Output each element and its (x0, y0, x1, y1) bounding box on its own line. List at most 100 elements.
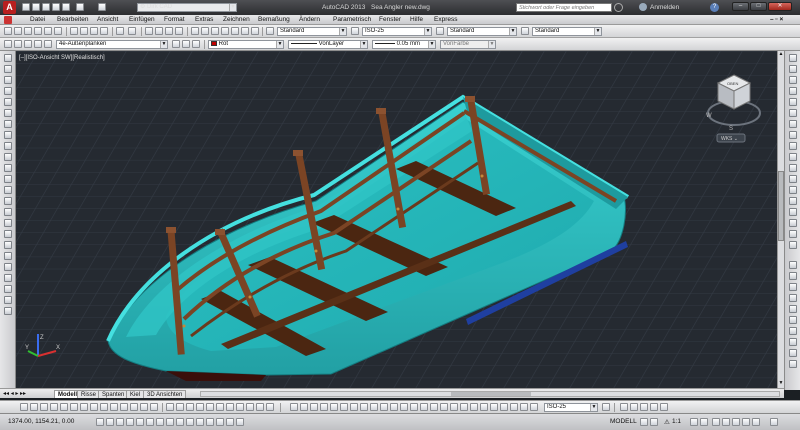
menu-item-fenster[interactable]: Fenster (379, 16, 401, 24)
pyramid-icon[interactable] (80, 403, 88, 411)
dim-style-select[interactable]: ISO-25 ▼ (362, 27, 432, 36)
osnap-tangent-icon[interactable] (789, 316, 797, 324)
autoscale-icon[interactable] (700, 418, 708, 426)
aligned-dim-icon[interactable] (300, 403, 308, 411)
baseline-dim-icon[interactable] (380, 403, 388, 411)
blend-icon[interactable] (789, 230, 797, 238)
lineweight-display-icon[interactable] (196, 418, 204, 426)
transparency-icon[interactable] (206, 418, 214, 426)
dim-break-icon[interactable] (410, 403, 418, 411)
chamfer-icon[interactable] (789, 208, 797, 216)
lineweight-select[interactable]: 0.05 mm ▼ (372, 40, 436, 49)
menu-item-aendern[interactable]: Ändern (299, 16, 320, 24)
tab-spanten[interactable]: Spanten (98, 390, 129, 398)
diameter-dim-icon[interactable] (350, 403, 358, 411)
rectangle-icon[interactable] (4, 98, 12, 106)
xline-icon[interactable] (4, 65, 12, 73)
app-logo-icon[interactable]: A (3, 1, 16, 14)
designcenter-icon[interactable] (201, 27, 209, 35)
gradient-icon[interactable] (4, 219, 12, 227)
menu-item-bearbeiten[interactable]: Bearbeiten (57, 16, 88, 24)
quick-view-layouts-icon[interactable] (640, 418, 648, 426)
color-square-icon[interactable] (44, 40, 52, 48)
3d-object-snap-icon[interactable] (156, 418, 164, 426)
dim-style-manager-icon[interactable] (490, 403, 498, 411)
osnap-nearest-icon[interactable] (789, 338, 797, 346)
jogged-linear-icon[interactable] (450, 403, 458, 411)
move-icon[interactable] (4, 274, 12, 282)
linetype-select[interactable]: VonLayer ▼ (288, 40, 368, 49)
quick-access-new-icon[interactable] (22, 3, 30, 11)
dynamic-input-icon[interactable] (186, 418, 194, 426)
make-current-layer-icon[interactable] (172, 40, 180, 48)
dim-edit-icon[interactable] (460, 403, 468, 411)
intersect-icon[interactable] (150, 403, 158, 411)
visual-style-conceptual-icon[interactable] (650, 403, 658, 411)
dynamic-ucs-icon[interactable] (176, 418, 184, 426)
join-icon[interactable] (789, 197, 797, 205)
quick-access-undo-icon[interactable] (76, 3, 84, 11)
jogged-dim-icon[interactable] (340, 403, 348, 411)
layer-properties-icon[interactable] (4, 40, 12, 48)
erase-object-icon[interactable] (789, 54, 797, 62)
menu-item-zeichnen[interactable]: Zeichnen (223, 16, 250, 24)
spline-icon[interactable] (4, 142, 12, 150)
toolpalettes-icon[interactable] (211, 27, 219, 35)
view-top-icon[interactable] (166, 403, 174, 411)
pan-icon[interactable] (145, 27, 153, 35)
view-ne-iso-icon[interactable] (246, 403, 254, 411)
arc-icon[interactable] (4, 109, 12, 117)
mtext-icon[interactable] (4, 252, 12, 260)
union-icon[interactable] (130, 403, 138, 411)
clean-screen-icon[interactable] (770, 418, 778, 426)
paste-icon[interactable] (90, 27, 98, 35)
radius-dim-icon[interactable] (330, 403, 338, 411)
quick-access-plot-icon[interactable] (62, 3, 70, 11)
object-snap-icon[interactable] (146, 418, 154, 426)
tab-risse[interactable]: Risse (77, 390, 101, 398)
new-icon[interactable] (4, 27, 12, 35)
dim-space-icon[interactable] (400, 403, 408, 411)
quick-access-saveas-icon[interactable] (52, 3, 60, 11)
dim-regen-icon[interactable] (530, 403, 538, 411)
text-style-select[interactable]: Standard ▼ (277, 27, 347, 36)
object-snap-tracking-icon[interactable] (166, 418, 174, 426)
view-sw-iso-icon[interactable] (226, 403, 234, 411)
loft-icon[interactable] (120, 403, 128, 411)
lightbulb-icon[interactable] (14, 40, 22, 48)
horizontal-scrollbar[interactable] (200, 391, 780, 397)
view-left-icon[interactable] (186, 403, 194, 411)
redo-icon[interactable] (128, 27, 136, 35)
break-icon[interactable] (789, 186, 797, 194)
menu-item-datei[interactable]: Datei (30, 16, 45, 24)
table-style-select[interactable]: Standard ▼ (447, 27, 517, 36)
viewport-controls-label[interactable]: [–][ISO-Ansicht SW][Realistisch] (19, 55, 105, 61)
window-controls-icon[interactable]: – ▫ × (770, 16, 783, 24)
copy-object-icon[interactable] (4, 285, 12, 293)
view-front-icon[interactable] (206, 403, 214, 411)
quick-access-redo-icon[interactable] (98, 3, 106, 11)
break-at-point-icon[interactable] (789, 175, 797, 183)
annotation-scale-icon[interactable]: ⚠ (664, 418, 670, 426)
erase-icon[interactable] (4, 307, 12, 315)
osnap-quadrant-icon[interactable] (789, 305, 797, 313)
hatch-icon[interactable] (4, 208, 12, 216)
bottom-dim-style-select[interactable]: ISO-25 ▼ (544, 403, 598, 412)
subtract-icon[interactable] (140, 403, 148, 411)
menu-item-extras[interactable]: Extras (195, 16, 213, 24)
table-icon[interactable] (4, 241, 12, 249)
matchprop-icon[interactable] (100, 27, 108, 35)
center-mark-icon[interactable] (430, 403, 438, 411)
tab-nav-first-icon[interactable]: ◂◂ ◂ ▸ ▸▸ (3, 390, 26, 397)
region-icon[interactable] (4, 230, 12, 238)
dim-associate-icon[interactable] (510, 403, 518, 411)
osnap-perpendicular-icon[interactable] (789, 327, 797, 335)
osnap-none-icon[interactable] (789, 349, 797, 357)
dim-reassociate-icon[interactable] (520, 403, 528, 411)
inspect-icon[interactable] (440, 403, 448, 411)
isolate-objects-icon[interactable] (742, 418, 750, 426)
polyline-icon[interactable] (4, 76, 12, 84)
osnap-intersection-icon[interactable] (789, 283, 797, 291)
menu-item-express[interactable]: Express (434, 16, 457, 24)
ellipse-icon[interactable] (4, 153, 12, 161)
